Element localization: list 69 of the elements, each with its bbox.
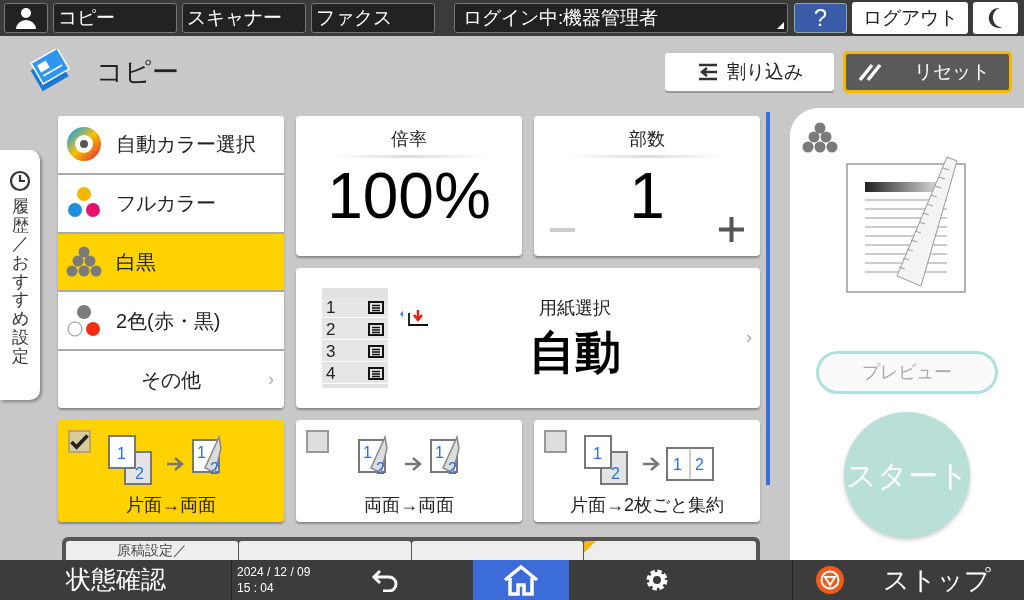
toner-dots-icon: [66, 246, 102, 278]
chevron-icon: ›: [268, 366, 274, 394]
paper-select-value: 自動: [529, 324, 621, 380]
tray-paper-icon: [368, 345, 384, 358]
settings-tab[interactable]: 原稿設定／: [66, 541, 238, 560]
duplex-label: 両面→両面: [364, 494, 454, 517]
stop-icon: [815, 565, 845, 595]
checkbox[interactable]: [68, 430, 91, 453]
copies-card[interactable]: 部数 1: [534, 116, 760, 256]
settings-icon: [644, 567, 670, 593]
bypass-tray-icon: [400, 309, 430, 327]
checkbox[interactable]: [306, 430, 329, 453]
back-arrow-icon: [371, 568, 399, 592]
login-dropdown[interactable]: ログイン中:機器管理者: [454, 3, 788, 33]
app-tab[interactable]: スキャナー: [182, 3, 306, 33]
copies-label: 部数: [629, 128, 665, 151]
night-mode-button[interactable]: [973, 2, 1018, 34]
history-tab-label: 履歴／おすすめ設定: [11, 198, 29, 367]
scrollbar[interactable]: [766, 112, 770, 485]
tray-number: 2: [326, 321, 336, 338]
copies-value: 1: [629, 159, 665, 234]
home-icon: [502, 564, 540, 596]
corner-triangle-icon: [777, 22, 784, 29]
interrupt-button[interactable]: 割り込み: [665, 53, 834, 91]
toner-dots-icon: [802, 122, 838, 154]
status-check-button[interactable]: 状態確認: [0, 560, 232, 600]
date-text: 2024 / 12 / 09: [237, 564, 312, 580]
ratio-value: 100%: [327, 159, 491, 234]
double-slash-icon: [858, 62, 882, 82]
tray-number: 1: [326, 299, 336, 316]
duplex-option[interactable]: 1 2 1 2 両面→両面: [296, 420, 522, 522]
tray-paper-icon: [368, 323, 384, 336]
color-swirl-icon: [66, 126, 102, 163]
duplex-label: 片面→両面: [126, 494, 216, 517]
app-tab[interactable]: コピー: [53, 3, 177, 33]
app-tab[interactable]: ファクス: [311, 3, 435, 33]
duplex-option[interactable]: 2 1 1 2 片面→2枚ごと集約: [534, 420, 760, 522]
tray-paper-icon: [368, 367, 384, 380]
interrupt-icon: [696, 62, 719, 82]
help-button[interactable]: ?: [794, 3, 847, 33]
paper-select-card[interactable]: 1 2 3 4 用紙選択 自動 ›: [296, 268, 760, 408]
tray-paper-icon: [368, 301, 384, 314]
tray-number: 4: [326, 365, 336, 382]
clock-icon: [9, 170, 31, 192]
logout-button[interactable]: ログアウト: [852, 2, 968, 34]
history-side-tab[interactable]: 履歴／おすすめ設定: [0, 150, 40, 400]
paper-select-label: 用紙選択: [539, 296, 611, 320]
page-title: コピー: [96, 55, 179, 89]
checkbox[interactable]: [544, 430, 567, 453]
color-mode-option[interactable]: 自動カラー選択: [58, 116, 284, 175]
duplex-label: 片面→2枚ごと集約: [570, 494, 724, 517]
plus-icon[interactable]: [719, 217, 744, 242]
color-mode-option[interactable]: 2色(赤・黒): [58, 292, 284, 352]
two-color-dots-icon: [66, 302, 102, 339]
nav-button[interactable]: [473, 560, 569, 600]
user-icon: [16, 7, 36, 29]
time-text: 15 : 04: [237, 580, 275, 596]
ratio-label: 倍率: [391, 128, 427, 151]
color-mode-option[interactable]: その他 ›: [58, 351, 284, 408]
user-button[interactable]: [4, 3, 48, 33]
tray-number: 3: [326, 343, 336, 360]
chevron-icon: ›: [746, 324, 752, 351]
duplex-option[interactable]: 2 1 1 2 片面→両面: [58, 420, 284, 522]
stop-button[interactable]: ストップ: [792, 560, 1024, 600]
color-mode-option[interactable]: フルカラー: [58, 174, 284, 234]
moon-icon: [987, 7, 1004, 29]
ratio-card[interactable]: 倍率 100%: [296, 116, 522, 256]
reset-button[interactable]: リセット: [843, 51, 1012, 93]
color-mode-option[interactable]: 白黒: [58, 233, 284, 293]
